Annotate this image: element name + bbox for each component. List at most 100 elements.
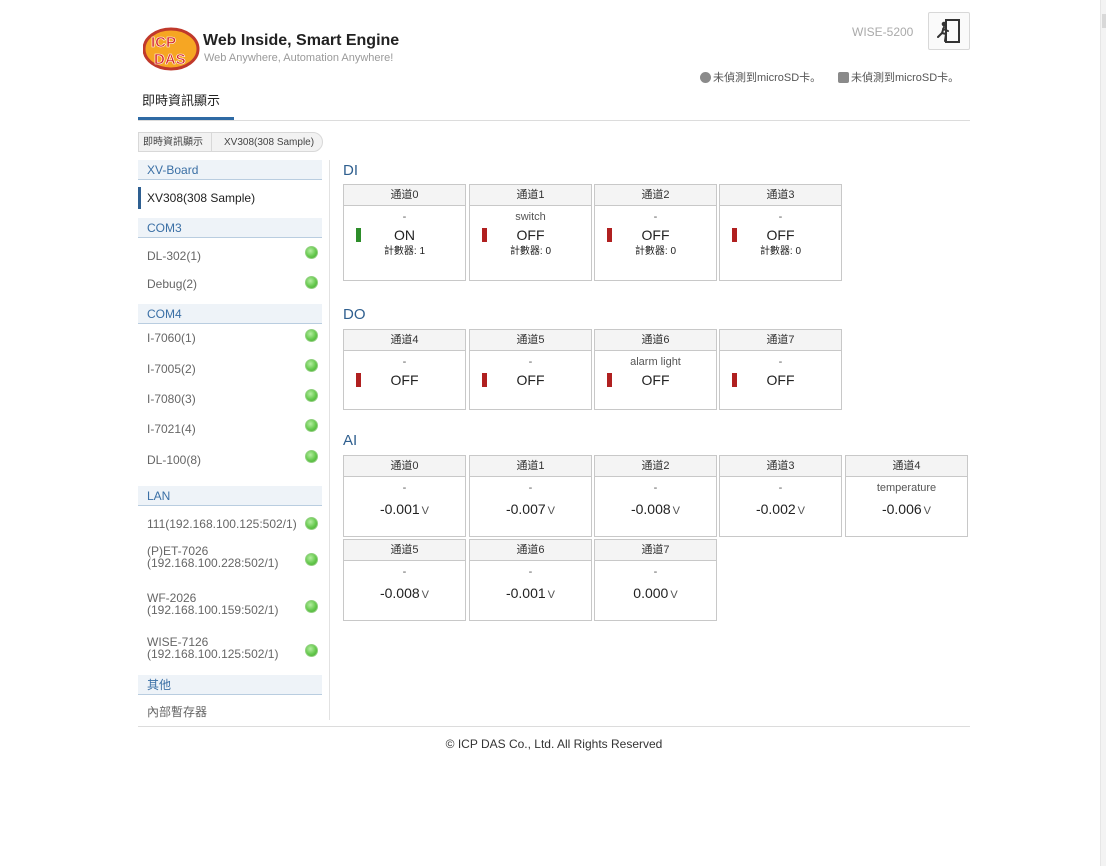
channel-name: -: [528, 566, 533, 578]
channel-value: -0.001 V: [470, 582, 591, 604]
status-led-icon: [305, 276, 318, 289]
sidebar-item-lan-3[interactable]: WF-2026 (192.168.100.159:502/1): [138, 592, 322, 616]
logout-button[interactable]: [928, 12, 970, 50]
channel-value-unit: V: [670, 589, 678, 601]
channel-value: -0.008 V: [595, 498, 716, 520]
sidebar-item-label: DL-302(1): [147, 249, 202, 263]
footer-divider: [138, 726, 970, 727]
sidebar-group-lan[interactable]: LAN: [138, 486, 322, 506]
sd-card-status-text-2: 未偵測到microSD卡。: [851, 72, 960, 84]
sidebar-item-i7060[interactable]: I-7060(1): [138, 328, 322, 348]
scrollbar-thumb[interactable]: [1102, 14, 1106, 28]
sidebar-item-address: (192.168.100.159:502/1): [147, 603, 279, 617]
sidebar-item-i7005[interactable]: I-7005(2): [138, 359, 322, 379]
channel-value: -0.008 V: [344, 582, 465, 604]
channel-value-number: -0.002: [755, 501, 796, 517]
channel-state[interactable]: OFF: [470, 225, 591, 245]
channel-state[interactable]: OFF: [720, 225, 841, 245]
sidebar-item-internal-register[interactable]: 內部暫存器: [138, 702, 322, 722]
status-led-icon: [305, 389, 318, 402]
status-led-icon: [305, 329, 318, 342]
sd-card-status-2: 未偵測到microSD卡。: [838, 69, 959, 85]
channel-state-toggle[interactable]: OFF: [344, 370, 465, 390]
sidebar-item-label: I-7021(4): [147, 422, 196, 436]
channel-state-label: OFF: [641, 372, 670, 388]
channel-name: -: [778, 356, 783, 368]
section-title-do: DO: [343, 306, 366, 323]
icp-das-logo: ICP DAS: [143, 27, 200, 71]
channel-value-number: -0.006: [881, 501, 922, 517]
sidebar-group-xv-board[interactable]: XV-Board: [138, 160, 322, 180]
do-channel-card: 通道7 - OFF: [719, 329, 842, 410]
sidebar-item-xv308[interactable]: XV308(308 Sample): [138, 187, 322, 209]
status-off-indicator-icon: [732, 228, 737, 242]
ai-channel-card: 通道1 - -0.007 V: [469, 455, 592, 537]
di-channel-card: 通道0 - ON 計數器: 1: [343, 184, 466, 281]
sidebar: XV-Board XV308(308 Sample) COM3 DL-302(1…: [138, 160, 322, 720]
do-channel-card: 通道5 - OFF: [469, 329, 592, 410]
logo-text-icp: ICP: [151, 34, 176, 51]
channel-name: -: [402, 211, 407, 223]
sidebar-item-debug[interactable]: Debug(2): [138, 274, 322, 294]
channel-state-toggle[interactable]: OFF: [595, 370, 716, 390]
channel-header: 通道7: [720, 330, 841, 351]
tab-realtime-info[interactable]: 即時資訊顯示: [138, 90, 234, 120]
sidebar-item-dl302[interactable]: DL-302(1): [138, 246, 322, 266]
sidebar-item-dl100[interactable]: DL-100(8): [138, 450, 322, 470]
sidebar-item-label: 內部暫存器: [147, 705, 208, 719]
channel-name: -: [402, 356, 407, 368]
sidebar-item-address: (192.168.100.228:502/1): [147, 556, 279, 570]
channel-value-number: -0.008: [630, 501, 671, 517]
sd-card-icon: [700, 71, 711, 83]
channel-state-toggle[interactable]: OFF: [720, 370, 841, 390]
ai-channel-card: 通道6 - -0.001 V: [469, 539, 592, 621]
channel-value-number: -0.008: [379, 585, 420, 601]
sidebar-item-lan-4[interactable]: WISE-7126 (192.168.100.125:502/1): [138, 636, 322, 660]
sd-card-status-text-1: 未偵測到microSD卡。: [713, 72, 822, 84]
ai-channel-card: 通道7 - 0.000 V: [594, 539, 717, 621]
status-led-icon: [305, 644, 318, 657]
logo-text-das: DAS: [154, 51, 186, 68]
channel-name: -: [653, 211, 658, 223]
channel-value-unit: V: [923, 505, 932, 517]
sidebar-group-com4[interactable]: COM4: [138, 304, 322, 324]
breadcrumb-root[interactable]: 即時資訊顯示: [138, 132, 212, 152]
do-channel-card: 通道4 - OFF: [343, 329, 466, 410]
di-channel-card: 通道2 - OFF 計數器: 0: [594, 184, 717, 281]
sidebar-item-label: I-7060(1): [147, 331, 196, 345]
status-on-indicator-icon: [356, 228, 361, 242]
status-off-indicator-icon: [482, 373, 487, 387]
channel-value: -0.001 V: [344, 498, 465, 520]
channel-header: 通道2: [595, 456, 716, 477]
di-channel-card: 通道3 - OFF 計數器: 0: [719, 184, 842, 281]
sidebar-item-i7021[interactable]: I-7021(4): [138, 419, 322, 439]
ai-channel-card: 通道5 - -0.008 V: [343, 539, 466, 621]
channel-state[interactable]: ON: [344, 225, 465, 245]
channel-state-toggle[interactable]: OFF: [470, 370, 591, 390]
channel-value-unit: V: [672, 505, 681, 517]
channel-header: 通道6: [470, 540, 591, 561]
channel-state[interactable]: OFF: [595, 225, 716, 245]
exit-door-icon: [937, 19, 960, 43]
ai-channel-card: 通道2 - -0.008 V: [594, 455, 717, 537]
window-scrollbar[interactable]: [1100, 0, 1106, 866]
sidebar-item-i7080[interactable]: I-7080(3): [138, 389, 322, 409]
sidebar-group-other[interactable]: 其他: [138, 675, 322, 695]
sd-card-icon: [838, 71, 849, 83]
channel-value: 0.000 V: [595, 582, 716, 604]
sidebar-group-com3[interactable]: COM3: [138, 218, 322, 238]
channel-counter: 計數器: 0: [634, 246, 677, 257]
sidebar-item-lan-2[interactable]: (P)ET-7026 (192.168.100.228:502/1): [138, 545, 322, 569]
channel-header: 通道2: [595, 185, 716, 206]
status-led-icon: [305, 600, 318, 613]
sidebar-item-lan-1[interactable]: 111(192.168.100.125:502/1): [138, 514, 322, 534]
sidebar-item-label: I-7005(2): [147, 362, 196, 376]
section-title-di: DI: [343, 162, 358, 179]
ai-channel-card: 通道3 - -0.002 V: [719, 455, 842, 537]
di-channel-card: 通道1 switch OFF 計數器: 0: [469, 184, 592, 281]
channel-name: -: [402, 482, 407, 494]
sd-card-status-1: 未偵測到microSD卡。: [700, 69, 821, 85]
channel-name: -: [778, 482, 783, 494]
channel-state-label: OFF: [516, 372, 545, 388]
ai-channel-card: 通道0 - -0.001 V: [343, 455, 466, 537]
